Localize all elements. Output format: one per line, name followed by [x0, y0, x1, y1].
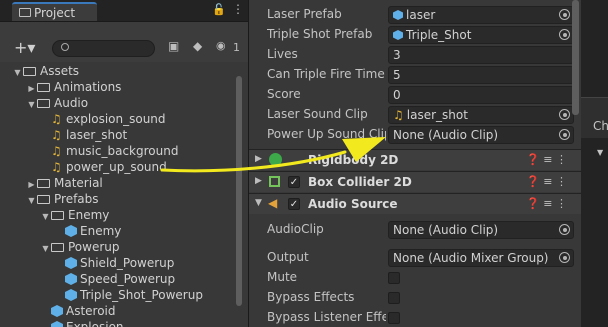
annotation-arrow [160, 137, 386, 173]
